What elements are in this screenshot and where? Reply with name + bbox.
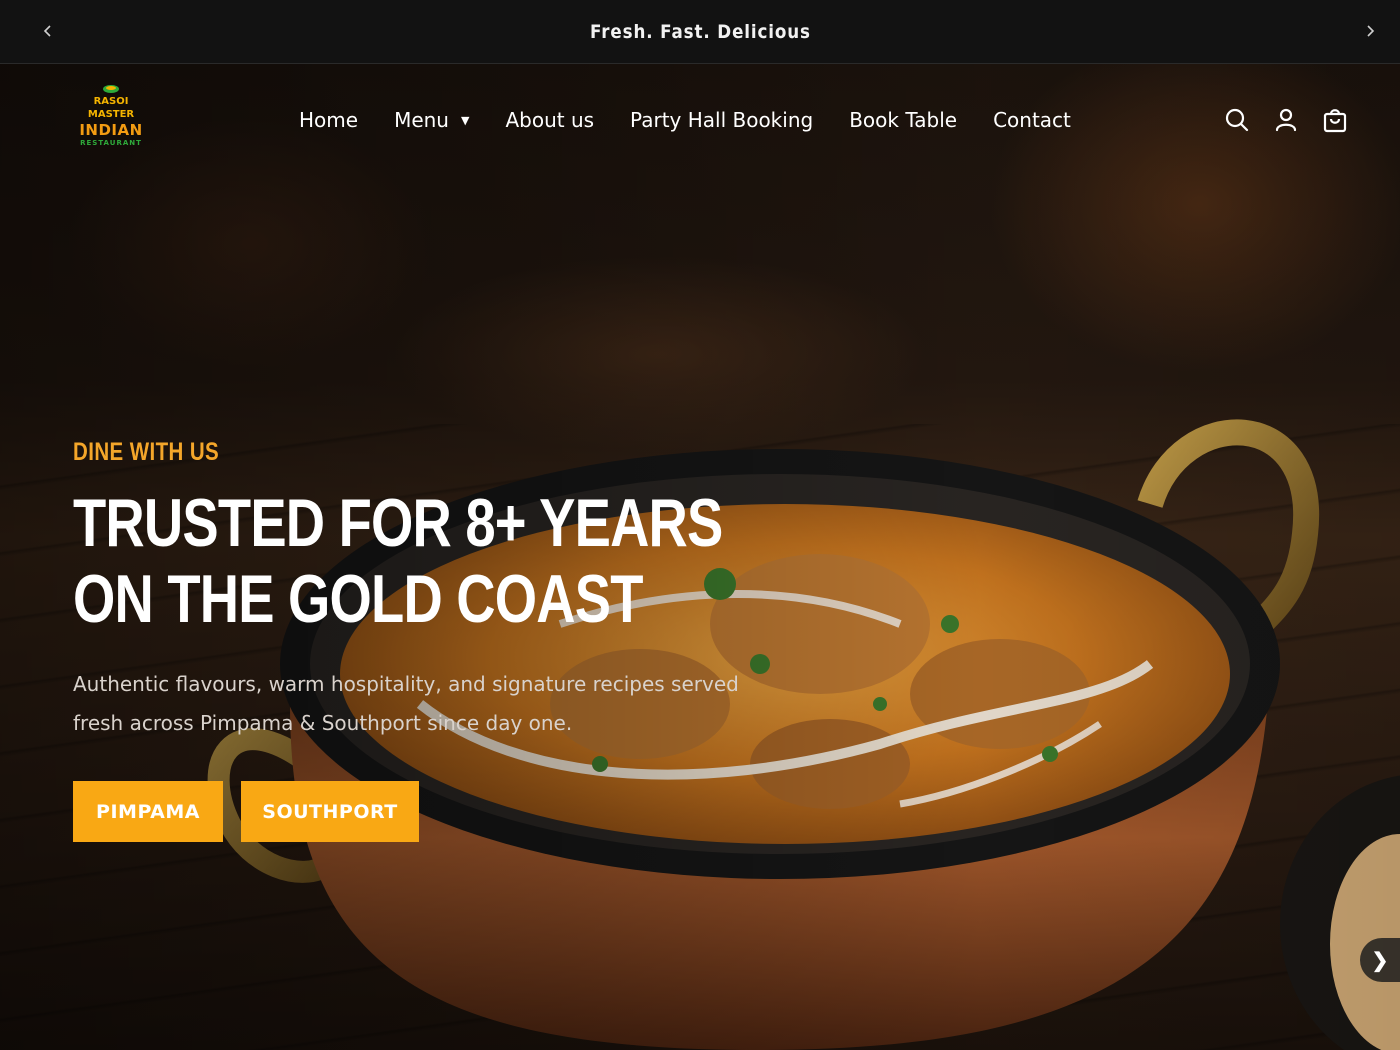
hero-title-line1: TRUSTED FOR 8+ YEARS: [73, 485, 723, 561]
caret-down-icon: ▼: [460, 113, 470, 127]
cart-icon: [1323, 109, 1347, 133]
site-logo[interactable]: RASOI MASTER INDIAN RESTAURANT: [70, 82, 152, 158]
nav-home[interactable]: Home: [299, 108, 358, 132]
site-header: RASOI MASTER INDIAN RESTAURANT Home Menu…: [0, 64, 1400, 179]
nav-menu-label: Menu: [394, 108, 449, 132]
header-actions: [1201, 107, 1348, 133]
logo-text-master: MASTER: [87, 109, 135, 120]
nav-menu[interactable]: Menu ▼: [394, 108, 469, 132]
southport-button[interactable]: SOUTHPORT: [241, 781, 419, 842]
cart-button[interactable]: [1322, 107, 1348, 133]
nav-home-label: Home: [299, 108, 359, 132]
announcement-prev-button[interactable]: [35, 18, 61, 44]
hero-description-line1: Authentic flavours, warm hospitality, an…: [73, 672, 739, 696]
slider-next-button[interactable]: ❯: [1360, 938, 1400, 982]
announcement-bar: Fresh. Fast. Delicious: [0, 0, 1400, 64]
search-button[interactable]: [1224, 107, 1250, 133]
search-icon: [1225, 108, 1249, 132]
logo-text-restaurant: RESTAURANT: [80, 139, 142, 147]
nav-about-label: About us: [505, 108, 595, 132]
leaf-logo-icon: [103, 85, 119, 93]
hero-description-line2: fresh across Pimpama & Southport since d…: [73, 711, 573, 735]
nav-contact[interactable]: Contact: [993, 108, 1071, 132]
hero-content: DINE WITH US TRUSTED FOR 8+ YEARS ON THE…: [73, 438, 833, 842]
hero-description: Authentic flavours, warm hospitality, an…: [73, 665, 793, 743]
pimpama-button[interactable]: PIMPAMA: [73, 781, 223, 842]
nav-book-table[interactable]: Book Table: [849, 108, 957, 132]
chevron-left-icon: [43, 25, 51, 37]
hero-eyebrow: DINE WITH US: [73, 438, 220, 466]
chevron-right-icon: ❯: [1371, 949, 1389, 972]
logo-text-rasoi: RASOI: [93, 96, 129, 107]
hero-title-line2: ON THE GOLD COAST: [73, 561, 643, 637]
nav-book-table-label: Book Table: [849, 108, 958, 132]
announcement-next-button[interactable]: [1357, 18, 1383, 44]
account-button[interactable]: [1273, 107, 1299, 133]
main-nav: Home Menu ▼ About us Party Hall Booking …: [299, 108, 1107, 132]
nav-about[interactable]: About us: [505, 108, 594, 132]
logo-text-indian: INDIAN: [79, 121, 143, 139]
nav-party-hall-label: Party Hall Booking: [630, 108, 814, 132]
hero-buttons: PIMPAMA SOUTHPORT: [73, 781, 833, 842]
hero-title: TRUSTED FOR 8+ YEARS ON THE GOLD COAST: [73, 485, 723, 637]
nav-contact-label: Contact: [993, 108, 1071, 132]
chevron-right-icon: [1367, 25, 1375, 37]
announcement-text: Fresh. Fast. Delicious: [589, 20, 811, 43]
nav-party-hall-booking[interactable]: Party Hall Booking: [630, 108, 813, 132]
account-icon: [1275, 108, 1297, 132]
